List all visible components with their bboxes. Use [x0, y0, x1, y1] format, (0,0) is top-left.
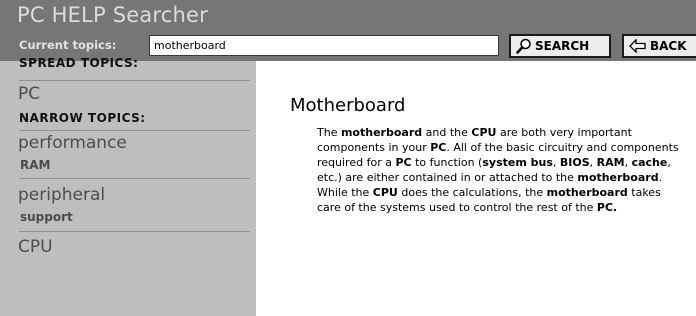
back-button[interactable]: BACK — [622, 34, 696, 58]
narrow-topic-performance-sub[interactable]: RAM — [20, 158, 50, 172]
current-topics-label: Current topics: — [19, 38, 117, 52]
magnifier-icon — [516, 38, 531, 54]
narrow-topic-cpu[interactable]: CPU — [18, 237, 53, 257]
narrow-topics-heading: NARROW TOPICS: — [19, 111, 146, 125]
keyword: motherboard — [340, 126, 423, 139]
body-text: The — [317, 126, 341, 139]
search-button[interactable]: SEARCH — [509, 34, 611, 58]
divider — [19, 178, 250, 179]
spread-topics-heading: SPREAD TOPICS: — [19, 56, 139, 70]
divider — [19, 231, 250, 232]
body-text: and the — [422, 126, 472, 139]
article-body: The motherboard and the CPU are both ver… — [317, 125, 679, 215]
search-button-label: SEARCH — [535, 39, 590, 53]
keyword: PC. — [596, 201, 618, 214]
body-text: , — [589, 156, 597, 169]
sidebar: SPREAD TOPICS: PC NARROW TOPICS: perform… — [0, 56, 256, 316]
keyword: PC — [430, 141, 447, 154]
search-input[interactable] — [149, 35, 499, 56]
keyword: BIOS — [559, 156, 590, 169]
narrow-topic-peripheral[interactable]: peripheral — [18, 185, 105, 205]
divider — [19, 80, 250, 81]
left-arrow-icon — [629, 39, 646, 53]
keyword: CPU — [471, 126, 497, 139]
app-title: PC HELP Searcher — [17, 3, 209, 27]
body-text: does the calculations, the — [397, 186, 547, 199]
back-button-label: BACK — [650, 39, 687, 53]
header-bar: PC HELP Searcher Current topics: SEARCH … — [0, 0, 696, 61]
narrow-topic-peripheral-sub[interactable]: support — [20, 210, 73, 224]
keyword: CPU — [372, 186, 398, 199]
body-text: , — [552, 156, 560, 169]
keyword: cache — [631, 156, 668, 169]
divider — [19, 130, 250, 131]
keyword: system bus — [482, 156, 553, 169]
keyword: RAM — [596, 156, 625, 169]
article-title: Motherboard — [290, 95, 406, 116]
body-text: to function ( — [411, 156, 483, 169]
keyword: PC — [395, 156, 412, 169]
spread-topic-pc[interactable]: PC — [18, 84, 40, 104]
keyword: motherboard — [577, 171, 659, 184]
narrow-topic-performance[interactable]: performance — [18, 133, 127, 153]
keyword: motherboard — [546, 186, 628, 199]
body-text: , — [624, 156, 632, 169]
